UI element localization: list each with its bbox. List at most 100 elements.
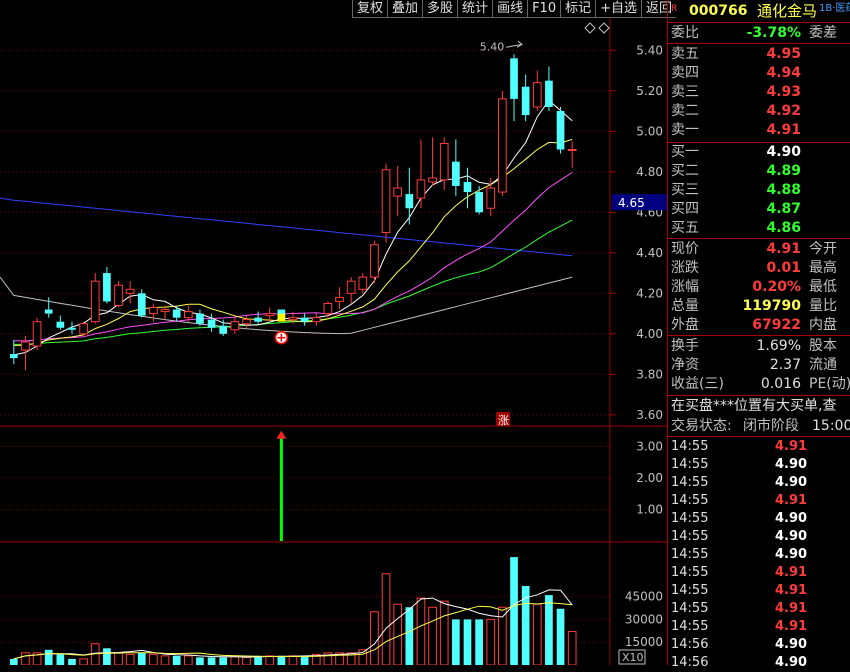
tick-row[interactable]: 14:55 4.90 [671, 528, 850, 546]
stat2-desc: PE(动) [809, 376, 850, 392]
sector-tag: 1B·医药 [819, 3, 850, 14]
volume-axis-label: 15000 [625, 635, 663, 649]
bid-price: 4.86 [766, 220, 801, 236]
candle-body-up [323, 302, 333, 315]
statistics-button[interactable]: 统计 [457, 0, 493, 18]
candle-body-up [242, 319, 251, 325]
volume-bar-up [149, 653, 158, 666]
candle-body-up [370, 244, 379, 278]
candle-body-up [335, 296, 344, 302]
candle-body-up [32, 321, 42, 347]
stat-value: 0.20% [752, 279, 801, 295]
indicator-axis-label: 2.00 [636, 471, 663, 485]
tick-row[interactable]: 14:55 4.90 [671, 474, 850, 492]
stat-label: 涨跌 [671, 260, 699, 276]
bid-row[interactable]: 买一 4.90 [671, 143, 850, 161]
diamond-icon [598, 22, 610, 34]
candle-body-down [556, 111, 565, 150]
ask-price: 4.93 [766, 84, 801, 100]
candle-body-up [149, 307, 158, 315]
overlay-button[interactable]: 叠加 [387, 0, 423, 18]
bid-row[interactable]: 买三 4.88 [671, 181, 850, 199]
tick-time: 14:55 [671, 565, 709, 580]
candle-body-up [486, 187, 496, 209]
tick-row[interactable]: 14:55 4.91 [671, 492, 850, 510]
reweight-button[interactable]: 复权 [352, 0, 388, 18]
ask-price: 4.95 [766, 46, 801, 62]
volume-bar-down [172, 655, 181, 665]
tick-row[interactable]: 14:56 4.90 [671, 636, 850, 654]
tick-row[interactable]: 14:55 4.91 [671, 438, 850, 456]
volume-bar-up [79, 658, 88, 666]
tick-row[interactable]: 14:55 4.91 [671, 600, 850, 618]
stat-row: 涨跌 0.01 最高 [671, 259, 850, 277]
multi-stock-button[interactable]: 多股 [422, 0, 458, 18]
tick-row[interactable]: 14:55 4.91 [671, 564, 850, 582]
volume-bar-down [277, 655, 286, 665]
stat-row: 外盘 67922 内盘 [671, 316, 850, 334]
price-axis-label: 3.80 [636, 367, 663, 381]
candle-body-up [125, 288, 135, 294]
tick-time: 14:55 [671, 493, 709, 508]
tick-row[interactable]: 14:56 4.90 [671, 654, 850, 672]
ask-row[interactable]: 卖五 4.95 [671, 45, 850, 63]
ask-price: 4.91 [766, 122, 801, 138]
stat-value: 4.91 [766, 241, 801, 257]
tick-price: 4.91 [775, 565, 808, 580]
candle-body-down [219, 325, 228, 334]
tick-row[interactable]: 14:55 4.91 [671, 582, 850, 600]
volume-bar-down [219, 657, 228, 665]
price-axis-label: 5.20 [636, 84, 663, 98]
candle-body-up [381, 169, 391, 234]
bid-row[interactable]: 买四 4.87 [671, 200, 850, 218]
ask-row[interactable]: 卖二 4.92 [671, 102, 850, 120]
bid-row[interactable]: 买二 4.89 [671, 162, 850, 180]
add-watchlist-button[interactable]: +自选 [595, 0, 642, 18]
indicator-axis-label: 1.00 [636, 502, 663, 516]
volume-bar-up [21, 652, 30, 666]
volume-bar-up [183, 655, 193, 666]
weibi-value: -3.78% [746, 25, 801, 41]
ask-label: 卖三 [671, 84, 699, 100]
kline-chart[interactable]: 5.40 5.20 5.00 4.80 4.60 4.40 4.20 4.00 3.80 3.60… [0, 0, 667, 666]
ask-label: 卖四 [671, 65, 699, 81]
candle-body-down [521, 86, 530, 116]
ask-row[interactable]: 卖三 4.93 [671, 83, 850, 101]
stat-label: 外盘 [671, 317, 699, 333]
bid-row[interactable]: 买五 4.86 [671, 219, 850, 237]
stat2-label: 净资 [671, 357, 699, 373]
candle-body-down [545, 80, 553, 107]
candle-body-up [90, 280, 100, 323]
volume-bar-down [137, 652, 146, 665]
ask-row[interactable]: 卖一 4.91 [671, 121, 850, 139]
f10-button[interactable]: F10 [527, 0, 561, 18]
draw-line-button[interactable]: 画线 [492, 0, 528, 18]
kline-svg[interactable]: 5.405.205.004.804.604.404.204.003.803.60… [0, 0, 667, 666]
stat2-row: 净资 2.37 流通 [671, 356, 850, 374]
volume-bar-down [44, 649, 53, 665]
toolbar: 复权 叠加 多股 统计 画线 F10 标记 +自选 返回 [352, 0, 677, 18]
tick-time: 14:55 [671, 529, 709, 544]
bid-label: 买四 [671, 201, 699, 217]
candle-body-down [475, 192, 483, 213]
ma120-line [0, 197, 573, 257]
stat-row: 现价 4.91 今开 [671, 240, 850, 258]
mark-button[interactable]: 标记 [560, 0, 596, 18]
tick-row[interactable]: 14:55 4.90 [671, 546, 850, 564]
ask-row[interactable]: 卖四 4.94 [671, 64, 850, 82]
candle-body-up [393, 187, 403, 197]
tick-time: 14:56 [671, 637, 709, 652]
divider [668, 22, 850, 23]
volume-bar-up [381, 573, 391, 666]
stat-label: 现价 [671, 241, 699, 257]
high-price-label: 5.40 [480, 40, 505, 53]
tick-row[interactable]: 14:55 4.90 [671, 456, 850, 474]
stat-value: 0.01 [766, 260, 801, 276]
candle-body-up [21, 341, 30, 351]
volume-axis-label: 45000 [625, 590, 663, 604]
tick-row[interactable]: 14:55 4.91 [671, 618, 850, 636]
stat-label: 总量 [671, 298, 699, 314]
tick-row[interactable]: 14:55 4.90 [671, 510, 850, 528]
volume-bar-up [242, 656, 251, 666]
candle-body-down [463, 181, 472, 193]
